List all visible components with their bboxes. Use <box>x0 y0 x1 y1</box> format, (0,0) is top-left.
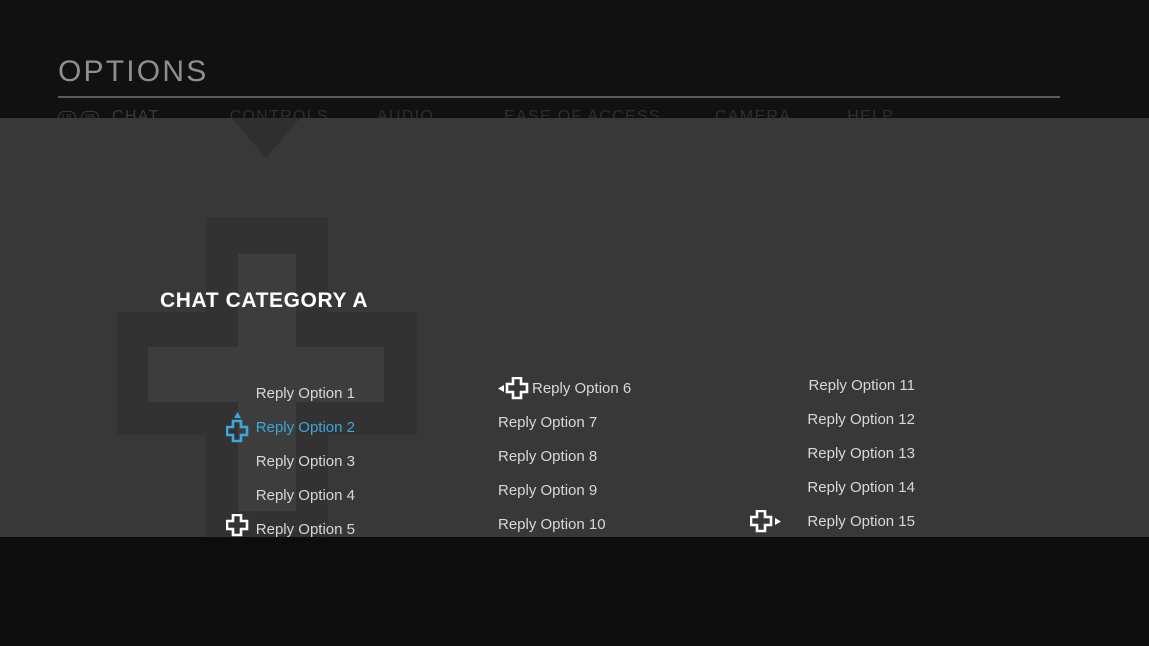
reply-option-label: Reply Option 15 <box>807 512 915 530</box>
footer-bar: Press A to change this reply. <box>0 537 1149 646</box>
reply-option-label: Reply Option 9 <box>498 481 598 499</box>
active-tab-pointer <box>232 118 300 158</box>
reply-option-label: Reply Option 1 <box>255 384 355 402</box>
page-title: OPTIONS <box>58 55 209 88</box>
dpad-up-icon <box>226 411 249 443</box>
reply-option-label: Reply Option 6 <box>532 379 632 397</box>
content-panel: CHAT CATEGORY A Reply Option 1 Reply Opti… <box>0 118 1149 537</box>
reply-option-label: Reply Option 8 <box>498 447 598 465</box>
reply-option-label: Reply Option 7 <box>498 413 598 431</box>
dpad-down-icon <box>226 513 249 538</box>
reply-option-row[interactable]: Reply Option 12 <box>640 402 915 436</box>
reply-option-label: Reply Option 13 <box>807 444 915 462</box>
reply-option-row[interactable]: Reply Option 14 <box>640 470 915 504</box>
reply-option-row[interactable]: Reply Option 1 <box>160 376 355 410</box>
header-divider <box>58 96 1060 98</box>
reply-option-label: Reply Option 14 <box>807 478 915 496</box>
header-bar: OPTIONS LB RB CHAT CONTROLS AUDIO EASE O… <box>0 0 1149 125</box>
reply-option-label: Reply Option 12 <box>807 410 915 428</box>
reply-option-label: Reply Option 10 <box>498 515 606 533</box>
reply-option-row[interactable]: Reply Option 2 <box>160 410 355 444</box>
reply-option-row[interactable]: Reply Option 3 <box>160 444 355 478</box>
reply-option-row[interactable]: Reply Option 5 <box>160 512 355 537</box>
reply-option-label: Reply Option 5 <box>255 520 355 538</box>
dpad-left-icon <box>498 376 529 400</box>
reply-option-row[interactable]: Reply Option 15 <box>640 504 915 537</box>
reply-column-3: Reply Option 11 Reply Option 12 Reply Opti… <box>640 368 915 537</box>
reply-option-label: Reply Option 2 <box>255 418 355 436</box>
dpad-right-icon <box>750 509 781 533</box>
reply-option-row[interactable]: Reply Option 4 <box>160 478 355 512</box>
reply-option-label: Reply Option 11 <box>808 376 915 394</box>
reply-option-label: Reply Option 3 <box>255 452 355 470</box>
options-screen: OPTIONS LB RB CHAT CONTROLS AUDIO EASE O… <box>0 0 1149 646</box>
reply-option-row[interactable]: Reply Option 11 <box>640 368 915 402</box>
reply-option-label: Reply Option 4 <box>255 486 355 504</box>
reply-option-row[interactable]: Reply Option 13 <box>640 436 915 470</box>
reply-column-1: Reply Option 1 Reply Option 2 Reply Option… <box>160 376 355 537</box>
category-title: CHAT CATEGORY A <box>160 289 369 312</box>
